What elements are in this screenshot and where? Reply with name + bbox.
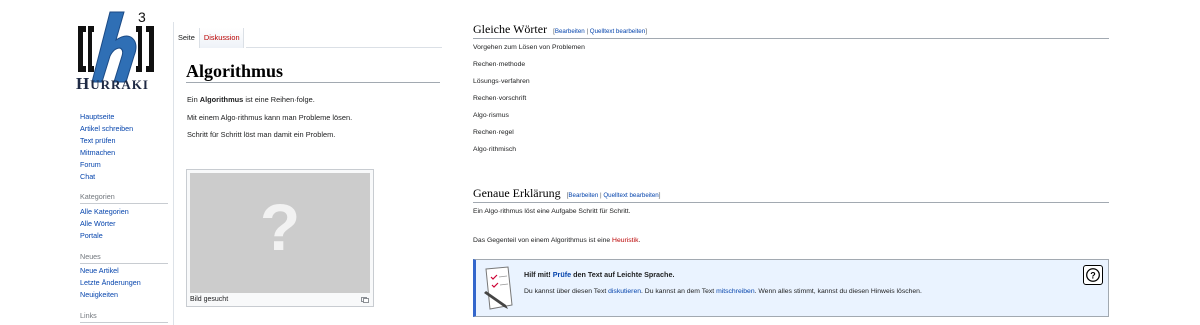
notice-text: Hilf mit! xyxy=(524,270,553,279)
content-border xyxy=(173,22,174,325)
intro-text: Ein xyxy=(187,95,200,104)
page-title: Algorithmus xyxy=(186,61,284,81)
notice-text: den Text auf Leichte Sprache. xyxy=(571,270,675,279)
nav-alle-woerter[interactable]: Alle Wörter xyxy=(80,218,129,230)
nav-neues: Neue Artikel Letzte Änderungen Neuigkeit… xyxy=(80,265,141,301)
page-tabs: Seite Diskussion xyxy=(174,28,244,48)
section-edit-links: [Bearbeiten | Quelltext bearbeiten] xyxy=(567,192,661,199)
heuristik-link[interactable]: Heuristik xyxy=(612,237,638,244)
section-divider xyxy=(473,38,1109,39)
diskutieren-link[interactable]: diskutieren xyxy=(608,288,641,295)
edit-source-link[interactable]: Quelltext bearbeiten xyxy=(590,28,645,35)
synonym-item: Algo·rithmisch xyxy=(473,146,517,153)
logo-wordmark: HURRAKI xyxy=(76,74,149,94)
section-title: Gleiche Wörter xyxy=(473,22,548,36)
intro-term: Algorithmus xyxy=(199,95,244,104)
article-intro: Ein Algorithmus ist eine Reihen·folge. xyxy=(187,95,315,104)
synonym-item: Rechen·regel xyxy=(473,129,514,136)
nav-chat[interactable]: Chat xyxy=(80,171,133,183)
nav-heading-links: Links xyxy=(80,311,97,320)
explanation-line: Ein Algo·rithmus löst eine Aufgabe Schri… xyxy=(473,208,631,215)
nav-kategorien: Alle Kategorien Alle Wörter Portale xyxy=(80,206,129,242)
synonym-item: Rechen·vorschrift xyxy=(473,95,527,102)
title-divider xyxy=(186,82,440,83)
nav-forum[interactable]: Forum xyxy=(80,159,133,171)
nav-main: Hauptseite Artikel schreiben Text prüfen… xyxy=(80,111,133,183)
nav-heading-kategorien: Kategorien xyxy=(80,192,115,201)
nav-letzte-aenderungen[interactable]: Letzte Änderungen xyxy=(80,277,141,289)
section-heading-genaue-erklaerung: Genaue Erklärung [Bearbeiten | Quelltext … xyxy=(473,186,660,201)
notice-title: Hilf mit! Prüfe den Text auf Leichte Spr… xyxy=(524,270,674,279)
synonym-item: Rechen·methode xyxy=(473,61,526,68)
synonym-item: Algo·rismus xyxy=(473,112,509,119)
nav-heading-neues: Neues xyxy=(80,252,101,261)
notice-text: Du kannst über diesen Text xyxy=(524,288,609,295)
notice-text: . Wenn alles stimmt, kannst du diesen Hi… xyxy=(754,288,922,295)
synonym-item: Vorgehen zum Lösen von Problemen xyxy=(473,44,585,51)
help-notice-box: Hilf mit! Prüfe den Text auf Leichte Spr… xyxy=(473,259,1109,317)
explanation-text: Das Gegenteil von einem Algorithmus ist … xyxy=(473,237,613,244)
nav-text-pruefen[interactable]: Text prüfen xyxy=(80,135,133,147)
nav-artikel-schreiben[interactable]: Artikel schreiben xyxy=(80,123,133,135)
nav-portale[interactable]: Portale xyxy=(80,230,129,242)
enlarge-icon[interactable] xyxy=(361,297,369,303)
sidebar: 3 HURRAKI Hauptseite Artikel schreiben T… xyxy=(0,0,170,325)
article-line: Schritt für Schritt löst man damit ein P… xyxy=(187,130,336,139)
nav-divider xyxy=(80,322,168,323)
notice-body: Du kannst über diesen Text diskutieren. … xyxy=(524,288,922,295)
nav-mitmachen[interactable]: Mitmachen xyxy=(80,147,133,159)
checklist-pen-icon xyxy=(484,266,513,310)
bracket: ] xyxy=(645,28,647,35)
tab-seite[interactable]: Seite xyxy=(174,28,200,48)
thumbnail-caption: Bild gesucht xyxy=(190,296,229,303)
intro-text: ist eine Reihen·folge. xyxy=(243,95,315,104)
pruefe-link[interactable]: Prüfe xyxy=(553,270,571,279)
nav-neue-artikel[interactable]: Neue Artikel xyxy=(80,265,141,277)
help-symbol: ? xyxy=(1090,271,1096,281)
mitschreiben-link[interactable]: mitschreiben xyxy=(716,288,755,295)
logo-superscript: 3 xyxy=(138,9,146,25)
nav-hauptseite[interactable]: Hauptseite xyxy=(80,111,133,123)
section-divider xyxy=(473,202,1109,203)
edit-source-link[interactable]: Quelltext bearbeiten xyxy=(603,192,658,199)
tab-diskussion[interactable]: Diskussion xyxy=(199,28,244,48)
nav-divider xyxy=(80,203,168,204)
logo-letter: H xyxy=(76,74,91,93)
question-mark-icon: ? xyxy=(259,190,301,264)
logo-word-rest: URRAKI xyxy=(90,77,149,92)
nav-divider xyxy=(80,263,168,264)
section-heading-gleiche-woerter: Gleiche Wörter [Bearbeiten | Quelltext be… xyxy=(473,22,647,37)
image-thumbnail[interactable]: ? Bild gesucht xyxy=(186,169,374,307)
synonym-item: Lösungs·verfahren xyxy=(473,78,530,85)
edit-link[interactable]: Bearbeiten xyxy=(568,192,598,199)
explanation-line: Das Gegenteil von einem Algorithmus ist … xyxy=(473,237,640,244)
placeholder-image[interactable]: ? xyxy=(190,173,370,293)
bracket: ] xyxy=(658,192,661,199)
nav-alle-kategorien[interactable]: Alle Kategorien xyxy=(80,206,129,218)
notice-text: . Du kannst an dem Text xyxy=(641,288,717,295)
tab-divider xyxy=(246,47,442,48)
edit-link[interactable]: Bearbeiten xyxy=(555,28,585,35)
nav-neuigkeiten[interactable]: Neuigkeiten xyxy=(80,289,141,301)
section-edit-links: [Bearbeiten | Quelltext bearbeiten] xyxy=(553,28,647,35)
article-line: Mit einem Algo·rithmus kann man Probleme… xyxy=(187,113,353,122)
section-title: Genaue Erklärung xyxy=(473,186,561,200)
help-question-icon[interactable]: ? xyxy=(1083,265,1103,285)
explanation-text: . xyxy=(638,237,641,244)
